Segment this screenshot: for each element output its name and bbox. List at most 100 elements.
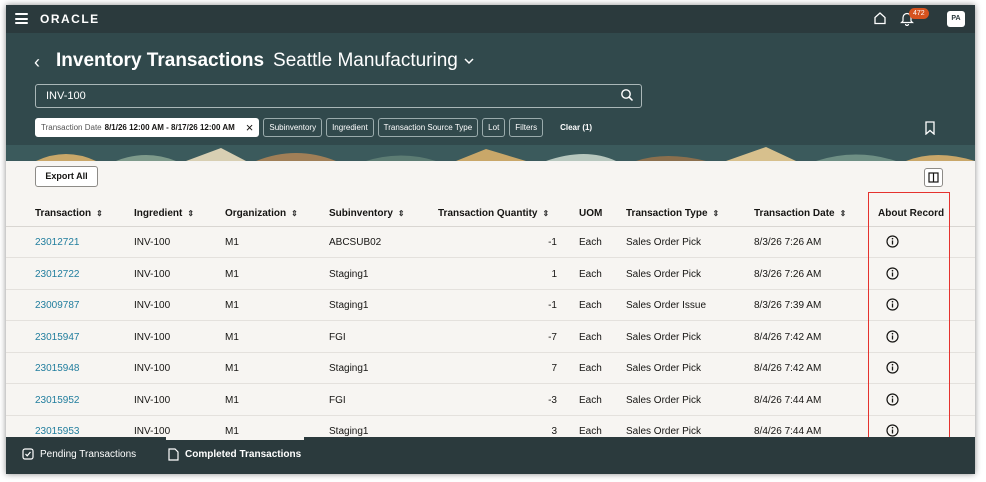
filter-chip-subinventory[interactable]: Subinventory: [263, 118, 323, 137]
info-icon[interactable]: [886, 392, 899, 406]
clear-filters-link[interactable]: Clear (1): [560, 123, 592, 132]
col-header-label: Organization: [225, 208, 287, 219]
notification-badge: 472: [909, 8, 929, 19]
transaction-date-cell: 8/4/26 7:44 AM: [754, 426, 822, 437]
table-row[interactable]: 23012721 INV-100 M1 ABCSUB02 -1 Each Sales Ord…: [6, 227, 975, 258]
tab-pending-transactions[interactable]: Pending Transactions: [22, 448, 136, 460]
quantity-cell: -1: [548, 237, 557, 248]
sort-icon[interactable]: ⇕: [291, 209, 298, 218]
info-icon[interactable]: [886, 298, 899, 311]
uom-cell: Each: [579, 268, 602, 280]
filter-chip-lot[interactable]: Lot: [482, 118, 506, 137]
organization-cell: M1: [225, 331, 239, 343]
col-header-label: Transaction Type: [626, 208, 708, 219]
active-tab-indicator: [166, 437, 304, 440]
filter-chip-filters[interactable]: Filters: [509, 118, 544, 137]
quantity-cell: 7: [551, 363, 557, 374]
sort-icon[interactable]: ⇕: [187, 209, 194, 218]
table-row[interactable]: 23015948 INV-100 M1 Staging1 7 Each Sales Orde…: [6, 353, 975, 384]
results-panel: Export All Transaction ⇕ Ingredient ⇕ Orga…: [6, 163, 975, 447]
transaction-link[interactable]: 23009787: [35, 300, 80, 311]
transaction-link[interactable]: 23012722: [35, 269, 80, 280]
filter-chip-transaction-source-type[interactable]: Transaction Source Type: [377, 118, 479, 137]
app-window: ORACLE 472 PA ‹ Inventory Transactions S…: [6, 5, 975, 474]
transaction-date-cell: 8/3/26 7:26 AM: [754, 268, 822, 280]
close-icon[interactable]: ×: [243, 119, 257, 136]
filter-chip-transaction-date[interactable]: Transaction Date 8/1/26 12:00 AM - 8/17/…: [35, 118, 260, 137]
columns-toggle-button[interactable]: [924, 168, 943, 187]
table-row[interactable]: 23009787 INV-100 M1 Staging1 -1 Each Sales Ord…: [6, 290, 975, 321]
info-icon[interactable]: [886, 424, 899, 437]
ingredient-cell: INV-100: [134, 300, 171, 311]
pending-icon: [22, 448, 34, 460]
organization-cell: M1: [225, 237, 239, 248]
search-input[interactable]: INV-100: [35, 84, 642, 108]
subinventory-cell: Staging1: [329, 363, 369, 374]
subinventory-cell: FGI: [329, 331, 346, 343]
col-header-transaction-date[interactable]: Transaction Date ⇕: [754, 208, 846, 219]
avatar[interactable]: PA: [947, 11, 965, 27]
col-header-label: About Record: [878, 208, 945, 219]
sort-icon[interactable]: ⇕: [713, 209, 720, 218]
export-all-button[interactable]: Export All: [35, 166, 98, 187]
col-header-organization[interactable]: Organization ⇕: [225, 208, 298, 219]
col-header-transaction-type[interactable]: Transaction Type ⇕: [626, 208, 719, 219]
bookmark-icon[interactable]: [924, 121, 936, 135]
transaction-date-cell: 8/4/26 7:42 AM: [754, 331, 822, 343]
col-header-subinventory[interactable]: Subinventory ⇕: [329, 208, 405, 219]
tab-label: Pending Transactions: [40, 448, 137, 460]
title-row: Inventory Transactions Seattle Manufactu…: [56, 50, 474, 72]
quantity-cell: 1: [551, 268, 557, 280]
quantity-cell: -3: [548, 394, 557, 406]
uom-cell: Each: [579, 394, 602, 406]
col-header-label: UOM: [579, 208, 603, 219]
info-icon[interactable]: [886, 235, 899, 248]
filter-chip-ingredient[interactable]: Ingredient: [326, 118, 374, 137]
menu-icon[interactable]: [15, 13, 28, 24]
search-icon[interactable]: [620, 88, 634, 102]
table-row[interactable]: 23015947 INV-100 M1 FGI -7 Each Sales Order Pi…: [6, 322, 975, 353]
subinventory-cell: Staging1: [329, 300, 369, 311]
col-header-ingredient[interactable]: Ingredient ⇕: [134, 208, 194, 219]
ingredient-cell: INV-100: [134, 363, 171, 374]
table-row[interactable]: 23012722 INV-100 M1 Staging1 1 Each Sales Orde…: [6, 259, 975, 290]
table-header: Transaction ⇕ Ingredient ⇕ Organization ⇕ S…: [6, 199, 975, 227]
uom-cell: Each: [579, 331, 602, 343]
info-icon[interactable]: [886, 361, 899, 374]
info-icon[interactable]: [886, 329, 899, 343]
sort-icon[interactable]: ⇕: [542, 209, 549, 218]
col-header-transaction[interactable]: Transaction ⇕: [35, 208, 103, 219]
subinventory-cell: Staging1: [329, 426, 369, 437]
transaction-type-cell: Sales Order Pick: [626, 394, 702, 406]
col-header-uom[interactable]: UOM: [579, 208, 602, 219]
table-row[interactable]: 23015952 INV-100 M1 FGI -3 Each Sales Order Pi…: [6, 385, 975, 416]
organization-label: Seattle Manufacturing: [273, 50, 458, 71]
back-chevron-icon[interactable]: ‹: [34, 52, 40, 73]
info-icon[interactable]: [886, 266, 899, 280]
subinventory-cell: ABCSUB02: [329, 237, 382, 248]
decorative-pattern: [6, 145, 975, 161]
sort-icon[interactable]: ⇕: [96, 209, 103, 218]
tab-label: Completed Transactions: [185, 449, 302, 460]
chevron-down-icon: [464, 57, 474, 64]
sort-icon[interactable]: ⇕: [840, 209, 847, 218]
page-header: ‹ Inventory Transactions Seattle Manufac…: [6, 33, 975, 161]
subinventory-cell: FGI: [329, 394, 346, 406]
tab-completed-transactions[interactable]: Completed Transactions: [168, 448, 301, 461]
transaction-date-cell: 8/3/26 7:39 AM: [754, 300, 822, 311]
transaction-type-cell: Sales Order Pick: [626, 237, 702, 248]
organization-select[interactable]: Seattle Manufacturing: [273, 50, 474, 72]
transaction-link[interactable]: 23015952: [35, 395, 80, 406]
col-header-label: Transaction: [35, 208, 92, 219]
filter-chip-label: Transaction Date: [41, 123, 102, 132]
home-icon[interactable]: [873, 11, 887, 25]
col-header-label: Subinventory: [329, 208, 393, 219]
sort-icon[interactable]: ⇕: [398, 209, 405, 218]
transaction-link[interactable]: 23015947: [35, 332, 80, 343]
transaction-link[interactable]: 23015948: [35, 363, 80, 374]
transaction-link[interactable]: 23012721: [35, 237, 80, 248]
uom-cell: Each: [579, 363, 602, 374]
col-header-transaction-quantity[interactable]: Transaction Quantity ⇕: [438, 208, 549, 219]
organization-cell: M1: [225, 300, 239, 311]
transaction-link[interactable]: 23015953: [35, 426, 80, 437]
